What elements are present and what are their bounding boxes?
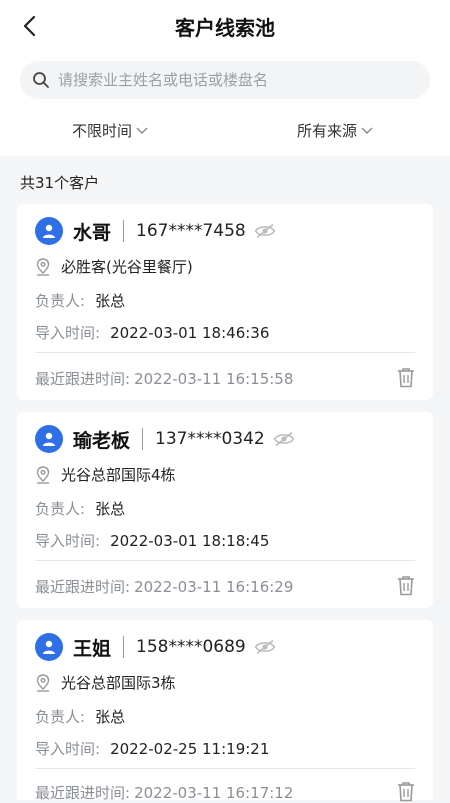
owner-row: 负责人: 张总 <box>35 498 125 519</box>
customer-phone: 158****0689 <box>136 637 246 657</box>
owner-row: 负责人: 张总 <box>35 290 125 311</box>
customer-location: 光谷总部国际3栋 <box>35 672 176 693</box>
customer-card[interactable]: 瑜老板 137****0342 光谷总部国际4栋 负责人: 张总 导入时间: 202… <box>17 412 433 608</box>
customer-name: 王姐 <box>73 637 112 660</box>
location-pin-icon <box>35 257 51 276</box>
source-filter-dropdown[interactable]: 所有来源 <box>297 120 373 141</box>
user-icon <box>43 432 55 446</box>
last-follow-label: 最近跟进时间: <box>35 784 131 802</box>
top-panel: 客户线索池 不限时间 所有来源 <box>0 0 450 156</box>
owner-row: 负责人: 张总 <box>35 706 125 727</box>
customer-card[interactable]: 王姐 158****0689 光谷总部国际3栋 负责人: 张总 导入时间: 2022… <box>17 620 433 802</box>
customer-count: 共31个客户 <box>20 174 100 192</box>
user-icon <box>43 640 55 654</box>
avatar <box>35 217 63 245</box>
location-text: 光谷总部国际4栋 <box>61 466 176 484</box>
card-divider <box>35 768 415 769</box>
time-filter-dropdown[interactable]: 不限时间 <box>72 120 148 141</box>
user-icon <box>43 224 55 238</box>
card-divider <box>35 352 415 353</box>
source-filter-label: 所有来源 <box>297 122 358 140</box>
search-input[interactable] <box>56 70 400 90</box>
chevron-down-icon <box>361 127 373 135</box>
avatar <box>35 425 63 453</box>
card-divider <box>35 560 415 561</box>
last-follow-row: 最近跟进时间: 2022-03-11 16:15:58 <box>35 368 293 389</box>
owner-label: 负责人: <box>35 500 86 518</box>
import-time-label: 导入时间: <box>35 324 101 342</box>
import-time-row: 导入时间: 2022-02-25 11:19:21 <box>35 738 269 759</box>
chevron-down-icon <box>136 127 148 135</box>
eye-hidden-icon[interactable] <box>254 223 276 239</box>
import-time-label: 导入时间: <box>35 740 101 758</box>
customer-location: 光谷总部国际4栋 <box>35 464 176 485</box>
location-text: 光谷总部国际3栋 <box>61 674 176 692</box>
customer-header: 瑜老板 137****0342 <box>35 424 295 454</box>
location-pin-icon <box>35 673 51 692</box>
customer-name: 水哥 <box>73 221 112 244</box>
trash-icon[interactable] <box>397 780 415 802</box>
divider <box>123 220 125 242</box>
import-time-row: 导入时间: 2022-03-01 18:18:45 <box>35 530 269 551</box>
time-filter-label: 不限时间 <box>72 122 133 140</box>
last-follow-value: 2022-03-11 16:17:12 <box>134 784 294 802</box>
search-bar[interactable] <box>20 61 430 99</box>
eye-hidden-icon[interactable] <box>273 431 295 447</box>
last-follow-value: 2022-03-11 16:16:29 <box>134 578 294 596</box>
customer-phone: 137****0342 <box>155 429 265 449</box>
avatar <box>35 633 63 661</box>
filter-bar: 不限时间 所有来源 <box>0 120 450 146</box>
import-time-label: 导入时间: <box>35 532 101 550</box>
page-title: 客户线索池 <box>175 16 275 40</box>
owner-label: 负责人: <box>35 292 86 310</box>
trash-icon[interactable] <box>397 366 415 388</box>
owner-value: 张总 <box>95 708 126 726</box>
last-follow-row: 最近跟进时间: 2022-03-11 16:16:29 <box>35 576 293 597</box>
divider <box>123 636 125 658</box>
customer-header: 水哥 167****7458 <box>35 216 276 246</box>
import-time-value: 2022-03-01 18:18:45 <box>110 532 270 550</box>
import-time-row: 导入时间: 2022-03-01 18:46:36 <box>35 322 269 343</box>
import-time-value: 2022-02-25 11:19:21 <box>110 740 270 758</box>
last-follow-label: 最近跟进时间: <box>35 370 131 388</box>
customer-phone: 167****7458 <box>136 221 246 241</box>
nav-bar: 客户线索池 <box>0 0 450 52</box>
location-text: 必胜客(光谷里餐厅) <box>61 258 193 276</box>
import-time-value: 2022-03-01 18:46:36 <box>110 324 270 342</box>
customer-location: 必胜客(光谷里餐厅) <box>35 256 193 277</box>
last-follow-value: 2022-03-11 16:15:58 <box>134 370 294 388</box>
owner-value: 张总 <box>95 500 126 518</box>
customer-name: 瑜老板 <box>73 429 131 452</box>
owner-label: 负责人: <box>35 708 86 726</box>
owner-value: 张总 <box>95 292 126 310</box>
eye-hidden-icon[interactable] <box>254 639 276 655</box>
location-pin-icon <box>35 465 51 484</box>
customer-header: 王姐 158****0689 <box>35 632 276 662</box>
trash-icon[interactable] <box>397 574 415 596</box>
divider <box>142 428 144 450</box>
search-icon <box>32 71 50 89</box>
customer-card[interactable]: 水哥 167****7458 必胜客(光谷里餐厅) 负责人: 张总 导入时间: 20… <box>17 204 433 400</box>
last-follow-label: 最近跟进时间: <box>35 578 131 596</box>
